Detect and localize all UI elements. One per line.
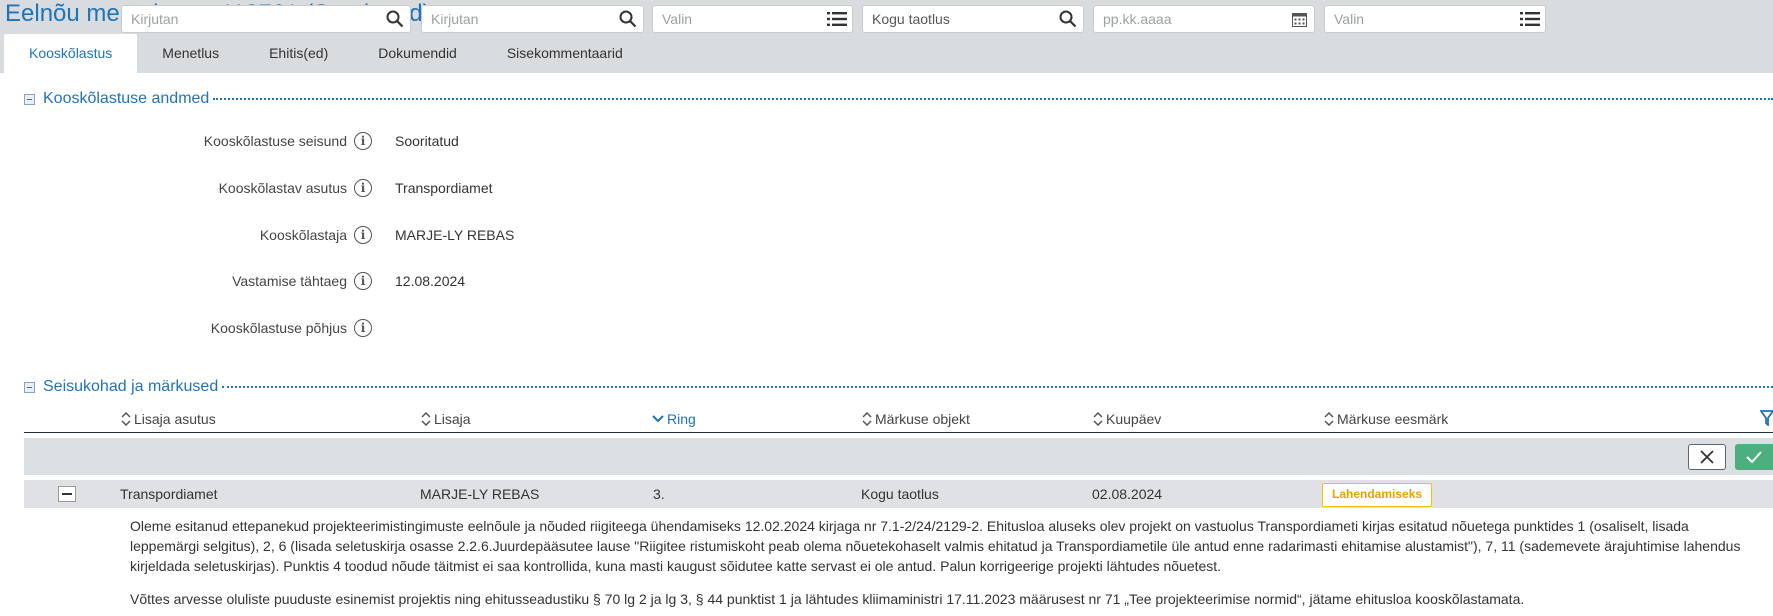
filter-lisaja-asutus-input[interactable]: Kirjutan (121, 5, 411, 33)
info-icon[interactable]: i (354, 226, 372, 244)
list-icon[interactable] (1515, 11, 1545, 27)
sort-icon (1324, 412, 1334, 426)
field-label: Kooskõlastuse seisund (203, 133, 347, 149)
tab-menetlus[interactable]: Menetlus (137, 34, 244, 73)
info-icon[interactable]: i (354, 319, 372, 337)
filter-placeholder: Kirjutan (431, 11, 479, 27)
sort-icon (421, 412, 431, 426)
column-label: Märkuse eesmärk (1337, 411, 1449, 427)
approval-section-header: Kooskõlastuse andmed (24, 90, 1773, 108)
field-seisund: Kooskõlastuse seisund i Sooritatud (0, 129, 800, 153)
filter-kuupaev-input[interactable]: pp.kk.aaaa (1093, 5, 1315, 33)
clear-filters-button[interactable] (1688, 444, 1726, 470)
calendar-icon[interactable] (1284, 12, 1314, 27)
field-value: Sooritatud (395, 133, 459, 149)
column-label: Kuupäev (1106, 411, 1162, 427)
check-icon (1746, 451, 1762, 463)
filter-placeholder: Kirjutan (131, 11, 179, 27)
remark-paragraph: Oleme esitanud ettepanekud projekteerimi… (130, 516, 1770, 576)
column-header-ring[interactable]: Ring (652, 406, 696, 432)
column-header-markuse-objekt[interactable]: Märkuse objekt (862, 406, 970, 432)
search-icon[interactable] (380, 10, 410, 28)
column-label: Ring (667, 411, 696, 427)
tab-ehitised[interactable]: Ehitis(ed) (244, 34, 353, 73)
search-icon[interactable] (1053, 10, 1083, 28)
column-label: Lisaja (434, 411, 471, 427)
approval-section-title: Kooskõlastuse andmed (43, 90, 210, 107)
column-label: Märkuse objekt (875, 411, 970, 427)
field-asutus: Kooskõlastav asutus i Transpordiamet (0, 176, 800, 200)
cell-kuupaev: 02.08.2024 (1092, 486, 1163, 502)
info-icon[interactable]: i (354, 179, 372, 197)
column-header-lisaja[interactable]: Lisaja (421, 406, 471, 432)
field-tahtaeg: Vastamise tähtaeg i 12.08.2024 (0, 269, 800, 293)
field-label: Kooskõlastav asutus (218, 180, 347, 196)
field-label: Kooskõlastuse põhjus (210, 320, 347, 336)
status-badge: Lahendamiseks (1322, 483, 1433, 507)
cell-markuse-objekt: Kogu taotlus (861, 486, 939, 502)
filter-placeholder: Valin (1334, 11, 1365, 27)
filter-lisaja-input[interactable]: Kirjutan (421, 5, 644, 33)
list-icon[interactable] (822, 11, 852, 27)
field-label: Vastamise tähtaeg (232, 273, 347, 289)
column-label: Lisaja asutus (134, 411, 216, 427)
close-icon (1700, 450, 1714, 464)
remark-line: Oleme esitanud ettepanekud projekteerimi… (130, 518, 1689, 534)
filter-markuse-objekt-input[interactable]: Kogu taotlus (862, 5, 1084, 33)
filter-ring-select[interactable]: Valin (652, 5, 853, 33)
column-header-lisaja-asutus[interactable]: Lisaja asutus (121, 406, 216, 432)
filter-placeholder: Valin (662, 11, 693, 27)
filter-bar (24, 438, 1773, 475)
info-icon[interactable]: i (354, 132, 372, 150)
tab-kooskolastus[interactable]: Kooskõlastus (4, 34, 138, 73)
tab-bar: Kooskõlastus Menetlus Ehitis(ed) Dokumen… (4, 34, 648, 73)
remarks-section-title: Seisukohad ja märkused (43, 378, 219, 395)
filter-icon[interactable] (1760, 410, 1773, 426)
filter-placeholder: pp.kk.aaaa (1103, 11, 1172, 27)
field-label: Kooskõlastaja (259, 227, 347, 243)
column-header-kuupaev[interactable]: Kuupäev (1093, 406, 1161, 432)
sort-icon (1093, 412, 1103, 426)
field-kooskolastaja: Kooskõlastaja i MARJE-LY REBAS (0, 223, 800, 247)
remarks-section-header: Seisukohad ja märkused (24, 378, 1773, 396)
column-header-markuse-eesmark[interactable]: Märkuse eesmärk (1324, 406, 1448, 432)
section-divider (222, 386, 1773, 388)
sort-icon (121, 412, 131, 426)
field-value: MARJE-LY REBAS (395, 227, 515, 243)
info-icon[interactable]: i (354, 272, 372, 290)
cell-ring: 3. (653, 486, 665, 502)
sort-icon (862, 412, 872, 426)
collapse-remarks-button[interactable] (24, 381, 35, 393)
collapse-approval-button[interactable] (24, 93, 35, 105)
remark-line: kirjeldada seletuskirjas). Punktis 4 too… (130, 558, 1222, 574)
remark-paragraph: Võttes arvesse oluliste puuduste esinemi… (130, 591, 1525, 607)
tab-sisekommentaarid[interactable]: Sisekommentaarid (482, 34, 648, 73)
cell-lisaja-asutus: Transpordiamet (120, 486, 218, 502)
filter-markuse-eesmark-select[interactable]: Valin (1324, 5, 1546, 33)
table-row[interactable]: Transpordiamet MARJE-LY REBAS 3. Kogu ta… (24, 480, 1773, 508)
remark-line: leppemärgi selgitus), 2, 6 (lisada selet… (130, 538, 1741, 554)
filter-value: Kogu taotlus (872, 11, 950, 27)
tab-dokumendid[interactable]: Dokumendid (353, 34, 482, 73)
field-pohjus: Kooskõlastuse põhjus i (0, 316, 800, 340)
field-value: Transpordiamet (395, 180, 493, 196)
search-icon[interactable] (613, 10, 643, 28)
field-value: 12.08.2024 (395, 273, 466, 289)
cell-lisaja: MARJE-LY REBAS (420, 486, 540, 502)
apply-filters-button[interactable] (1735, 444, 1773, 470)
header-divider (24, 432, 1773, 433)
section-divider (213, 98, 1773, 100)
sort-desc-icon (652, 415, 664, 423)
collapse-row-button[interactable] (58, 486, 76, 502)
